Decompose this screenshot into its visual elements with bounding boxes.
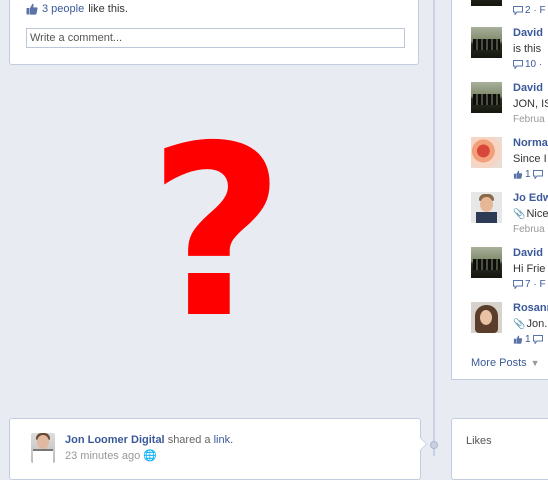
chevron-down-icon: ▼ — [530, 358, 540, 368]
post-text: Since I — [513, 153, 547, 165]
post-author[interactable]: Norma — [513, 137, 548, 149]
likes-count-link[interactable]: 3 people — [42, 3, 84, 15]
comment-icon — [513, 60, 523, 69]
post-thumbnail[interactable] — [471, 27, 502, 58]
recent-posts-panel: 2 · F David is this 10 · David JON, IS F… — [451, 0, 548, 380]
post-author[interactable]: Rosann — [513, 302, 548, 314]
post-date[interactable]: Februa — [513, 114, 545, 125]
likes-summary: 3 people like this. — [26, 3, 128, 15]
post-meta[interactable]: 10 · — [513, 59, 542, 70]
story-action: shared a — [167, 434, 211, 446]
likes-box: Likes — [451, 418, 548, 480]
attachment-icon: 📎 — [513, 209, 526, 220]
post-author[interactable]: David — [513, 82, 543, 94]
post-thumbnail[interactable] — [471, 137, 502, 168]
likes-suffix: like this. — [88, 3, 128, 15]
comment-icon — [513, 6, 523, 15]
timeline-spine — [433, 0, 435, 456]
avatar[interactable] — [31, 433, 55, 463]
post-item[interactable]: Norma Since I 1 — [452, 135, 548, 185]
like-thumb-icon — [26, 3, 38, 15]
post-meta[interactable]: 1 — [513, 334, 543, 345]
like-thumb-icon — [513, 170, 523, 179]
post-item[interactable]: David JON, IS Februa — [452, 80, 548, 130]
comment-icon — [532, 335, 543, 344]
post-text: 📎Nice — [513, 208, 548, 220]
comment-input[interactable]: Write a comment... — [26, 28, 405, 48]
post-author[interactable]: David — [513, 247, 543, 259]
story-object-link[interactable]: link. — [214, 434, 234, 446]
story-author-link[interactable]: Jon Loomer Digital — [65, 434, 165, 446]
post-meta[interactable]: 1 — [513, 169, 543, 180]
story-card-bottom: Jon Loomer Digital shared a link. 23 min… — [9, 418, 427, 480]
post-meta[interactable]: 2 · F — [513, 5, 546, 16]
likes-box-title[interactable]: Likes — [466, 435, 492, 447]
post-text: JON, IS — [513, 98, 548, 110]
post-thumbnail[interactable] — [471, 192, 502, 223]
comment-icon — [532, 170, 543, 179]
post-author[interactable]: David — [513, 27, 543, 39]
post-item[interactable]: David is this 10 · — [452, 25, 548, 75]
like-thumb-icon — [513, 335, 523, 344]
post-thumbnail[interactable] — [471, 302, 502, 333]
post-thumbnail[interactable] — [471, 247, 502, 278]
comment-icon — [513, 280, 523, 289]
post-text: is this — [513, 43, 542, 55]
story-card-top: 3 people like this. Write a comment... — [9, 0, 419, 65]
globe-icon: 🌐 — [143, 450, 157, 462]
post-thumbnail[interactable] — [471, 82, 502, 113]
post-text: 📎Jon... — [513, 318, 548, 330]
post-item[interactable]: Jo Edw 📎Nice Februa — [452, 190, 548, 240]
question-mark-overlay: ? — [148, 95, 285, 370]
post-thumbnail[interactable] — [471, 0, 502, 6]
post-author[interactable]: Jo Edw — [513, 192, 548, 204]
post-text: Hi Frie — [513, 263, 546, 275]
timeline-dot — [430, 441, 438, 449]
attachment-icon: 📎 — [513, 319, 526, 330]
post-meta[interactable]: 7 · F — [513, 279, 546, 290]
post-date[interactable]: Februa — [513, 224, 545, 235]
story-header: Jon Loomer Digital shared a link. — [65, 434, 233, 446]
post-item[interactable]: David Hi Frie 7 · F — [452, 245, 548, 295]
post-item[interactable]: Rosann 📎Jon... 1 — [452, 300, 548, 350]
more-posts-button[interactable]: More Posts ▼ — [471, 357, 540, 369]
